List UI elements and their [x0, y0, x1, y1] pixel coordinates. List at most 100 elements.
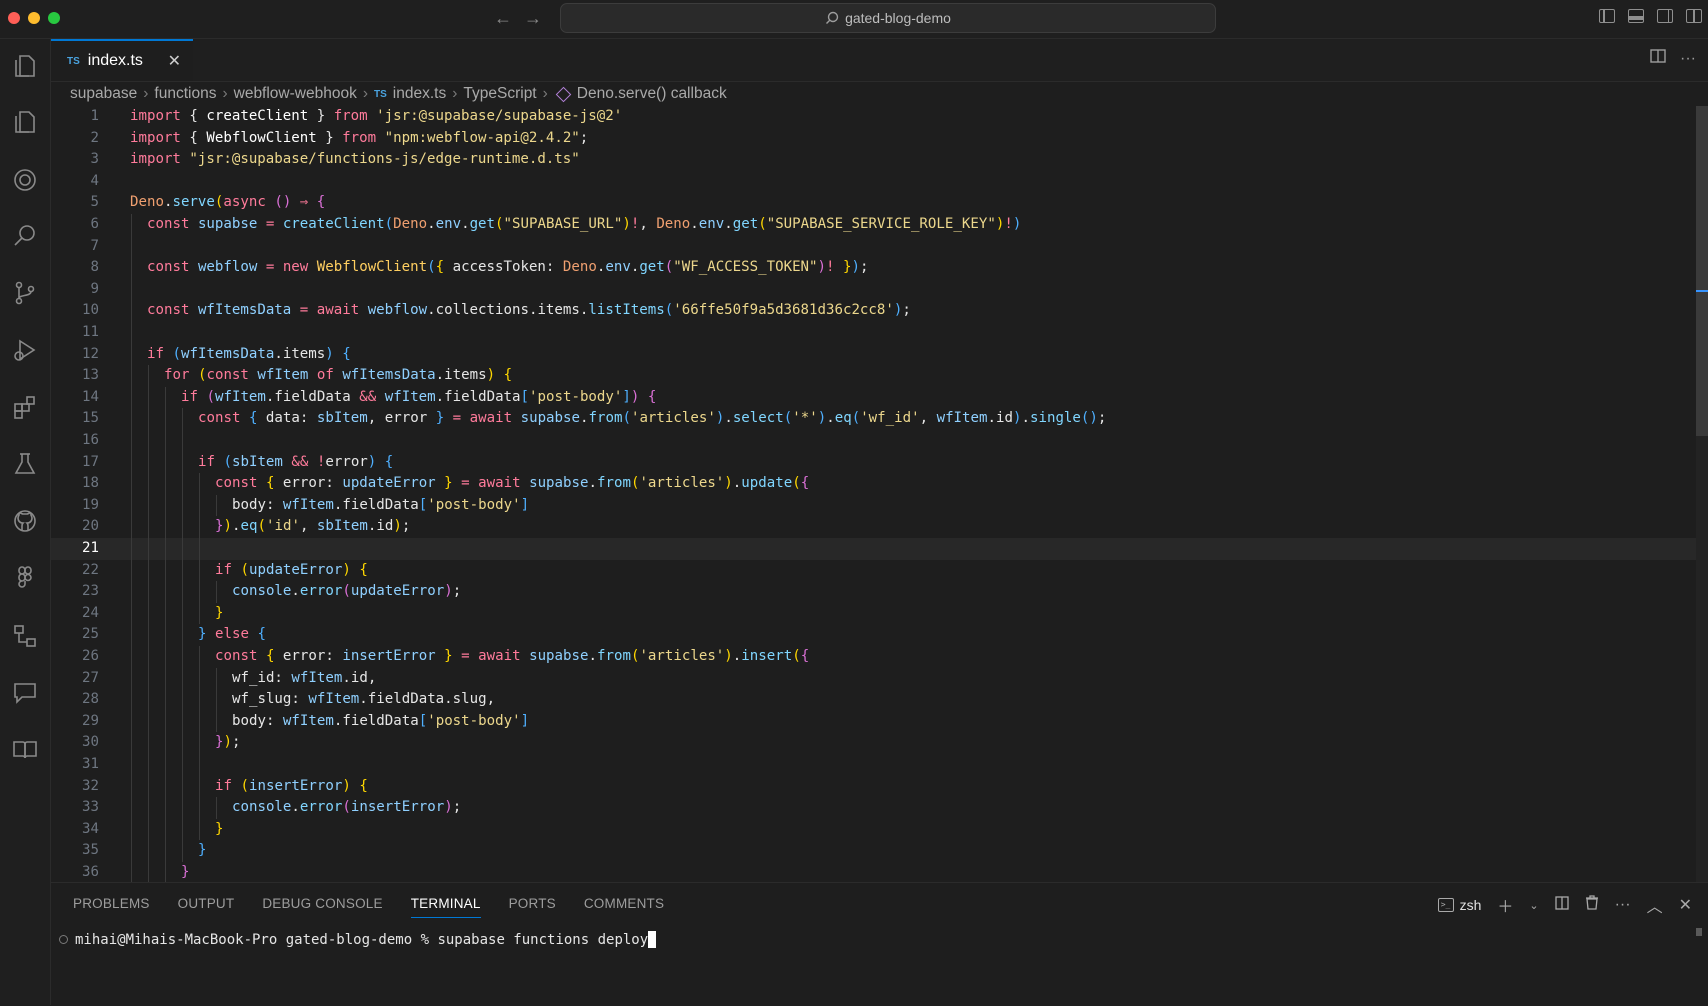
maximize-window-button[interactable] [48, 12, 60, 24]
code-line[interactable]: 5 Deno.serve(async () ⇒ { [51, 192, 1696, 214]
breadcrumb-item[interactable]: TypeScript [463, 85, 536, 103]
code-editor[interactable]: 1 import { createClient } from 'jsr:@supa… [51, 106, 1696, 882]
code-line[interactable]: 13 for (const wfItem of wfItemsData.items… [51, 365, 1696, 387]
breadcrumb-item[interactable]: supabase [70, 85, 137, 103]
terminal-line[interactable]: mihai@Mihais-MacBook-Pro gated-blog-demo… [59, 931, 657, 948]
code-line[interactable]: 23 console.error(updateError); [51, 581, 1696, 603]
code-line[interactable]: 30}); [51, 732, 1696, 754]
breadcrumb-item[interactable]: webflow-webhook [234, 85, 357, 103]
indent-guide [148, 602, 149, 625]
editor-scrollbar-thumb[interactable] [1696, 106, 1708, 436]
back-arrow-icon[interactable]: ← [494, 7, 512, 29]
code-line[interactable]: 25} else { [51, 624, 1696, 646]
testing-icon[interactable] [8, 447, 42, 481]
code-line[interactable]: 33 console.error(insertError); [51, 797, 1696, 819]
new-terminal-plus-icon[interactable]: ＋ [1497, 893, 1513, 917]
forward-arrow-icon[interactable]: → [524, 7, 542, 29]
code-token: . [826, 410, 835, 427]
figma-icon[interactable] [8, 561, 42, 595]
code-token: ] [520, 712, 530, 729]
line-number: 26 [82, 648, 99, 664]
indent-guide [148, 840, 149, 862]
minimize-window-button[interactable] [28, 12, 40, 24]
chat-icon[interactable] [8, 676, 42, 710]
code-line[interactable]: 19 body: wfItem.fieldData['post-body'] [51, 494, 1696, 517]
more-actions-icon[interactable]: ··· [1615, 896, 1631, 914]
line-number: 29 [82, 712, 99, 729]
close-window-button[interactable] [8, 12, 20, 24]
code-line[interactable]: 32 if (insertError) { [51, 775, 1696, 798]
toggle-primary-sidebar-icon[interactable] [1599, 9, 1615, 23]
indent-guide [165, 602, 166, 625]
code-line[interactable]: 27 wf_id: wfItem.id, [51, 667, 1696, 690]
code-line[interactable]: 11 [51, 322, 1696, 344]
docs-book-icon[interactable] [8, 733, 42, 767]
code-line[interactable]: 9 [51, 278, 1696, 301]
source-control-icon[interactable] [8, 276, 42, 310]
toggle-panel-icon[interactable] [1628, 9, 1644, 23]
extensions-icon[interactable] [8, 390, 42, 424]
code-line[interactable]: 10 const wfItemsData = await webflow.coll… [51, 300, 1696, 322]
customize-layout-icon[interactable] [1686, 9, 1702, 23]
explorer-icon[interactable] [8, 49, 42, 83]
split-editor-icon[interactable] [1650, 49, 1666, 68]
code-line[interactable]: 3 import "jsr:@supabase/functions-js/edge… [51, 149, 1696, 171]
files-icon[interactable] [8, 105, 42, 139]
chevron-down-icon[interactable]: ⌄ [1529, 899, 1538, 912]
code-line[interactable]: 29 body: wfItem.fieldData['post-body'] [51, 710, 1696, 733]
breadcrumb-item[interactable]: Deno.serve() callback [577, 85, 727, 103]
code-line[interactable]: 7 [51, 235, 1696, 258]
code-line[interactable]: 6 const supabse = createClient(Deno.env.g… [51, 214, 1696, 236]
toggle-secondary-sidebar-icon[interactable] [1657, 9, 1673, 23]
code-line[interactable]: 4 [51, 171, 1696, 193]
code-line[interactable]: 2 import { WebflowClient } from "npm:webf… [51, 128, 1696, 150]
code-token: await [478, 475, 521, 492]
more-actions-icon[interactable]: ··· [1680, 50, 1696, 68]
code-line[interactable]: 28 wf_slug: wfItem.fieldData.slug, [51, 689, 1696, 711]
close-panel-icon[interactable]: ✕ [1679, 895, 1692, 915]
terminal-instance[interactable]: >_ zsh [1437, 897, 1481, 913]
code-token: "jsr:@supabase/functions-js/edge-runtime… [189, 151, 580, 168]
code-line[interactable]: 18 const { error: updateError } = await s… [51, 473, 1696, 495]
command-center-search[interactable]: gated-blog-demo [560, 3, 1216, 33]
panel-tab-comments[interactable]: COMMENTS [584, 896, 664, 918]
code-line[interactable]: 8 const webflow = new WebflowClient({ acc… [51, 257, 1696, 279]
code-line[interactable]: 1 import { createClient } from 'jsr:@supa… [51, 106, 1696, 128]
code-line[interactable]: 17 if (sbItem && !error) { [51, 451, 1696, 474]
code-line[interactable]: 24} [51, 602, 1696, 625]
code-line[interactable]: 14 if (wfItem.fieldData && wfItem.fieldDa… [51, 386, 1696, 409]
panel-tab-ports[interactable]: PORTS [509, 896, 556, 918]
indent-guide [148, 667, 149, 690]
code-line[interactable]: 20}).eq('id', sbItem.id); [51, 516, 1696, 538]
code-line[interactable]: 21 [51, 538, 1696, 560]
code-line[interactable]: 36} [51, 862, 1696, 882]
indent-guide [182, 538, 183, 560]
run-and-debug-icon[interactable] [8, 333, 42, 367]
github-icon[interactable] [8, 504, 42, 538]
code-line[interactable]: 15 const { data: sbItem, error } = await … [51, 408, 1696, 430]
tab-index-ts[interactable]: TS index.ts ✕ [51, 39, 193, 81]
supabase-icon[interactable] [8, 163, 42, 197]
split-terminal-icon[interactable] [1554, 895, 1569, 915]
maximize-panel-chevron-up-icon[interactable]: ︿ [1647, 893, 1663, 917]
panel-tab-output[interactable]: OUTPUT [178, 896, 235, 918]
code-line[interactable]: 35} [51, 840, 1696, 862]
breadcrumb-item[interactable]: index.ts [393, 85, 446, 103]
close-icon[interactable]: ✕ [168, 51, 181, 71]
panel-tab-debug-console[interactable]: DEBUG CONSOLE [262, 896, 382, 918]
code-line[interactable]: 22 if (updateError) { [51, 559, 1696, 582]
panel-tab-problems[interactable]: PROBLEMS [73, 896, 150, 918]
panel-tab-terminal[interactable]: TERMINAL [410, 896, 481, 918]
code-token: const [215, 648, 258, 664]
breadcrumb-item[interactable]: functions [154, 85, 216, 103]
code-line[interactable]: 16 [51, 430, 1696, 452]
indent-guide [182, 840, 183, 862]
trash-icon[interactable] [1585, 895, 1599, 915]
code-line[interactable]: 31 [51, 754, 1696, 776]
search-icon[interactable] [8, 219, 42, 253]
remote-explorer-icon[interactable] [8, 619, 42, 653]
code-line[interactable]: 34} [51, 818, 1696, 841]
code-line[interactable]: 26 const { error: insertError } = await s… [51, 646, 1696, 668]
code-line[interactable]: 12 if (wfItemsData.items) { [51, 343, 1696, 366]
